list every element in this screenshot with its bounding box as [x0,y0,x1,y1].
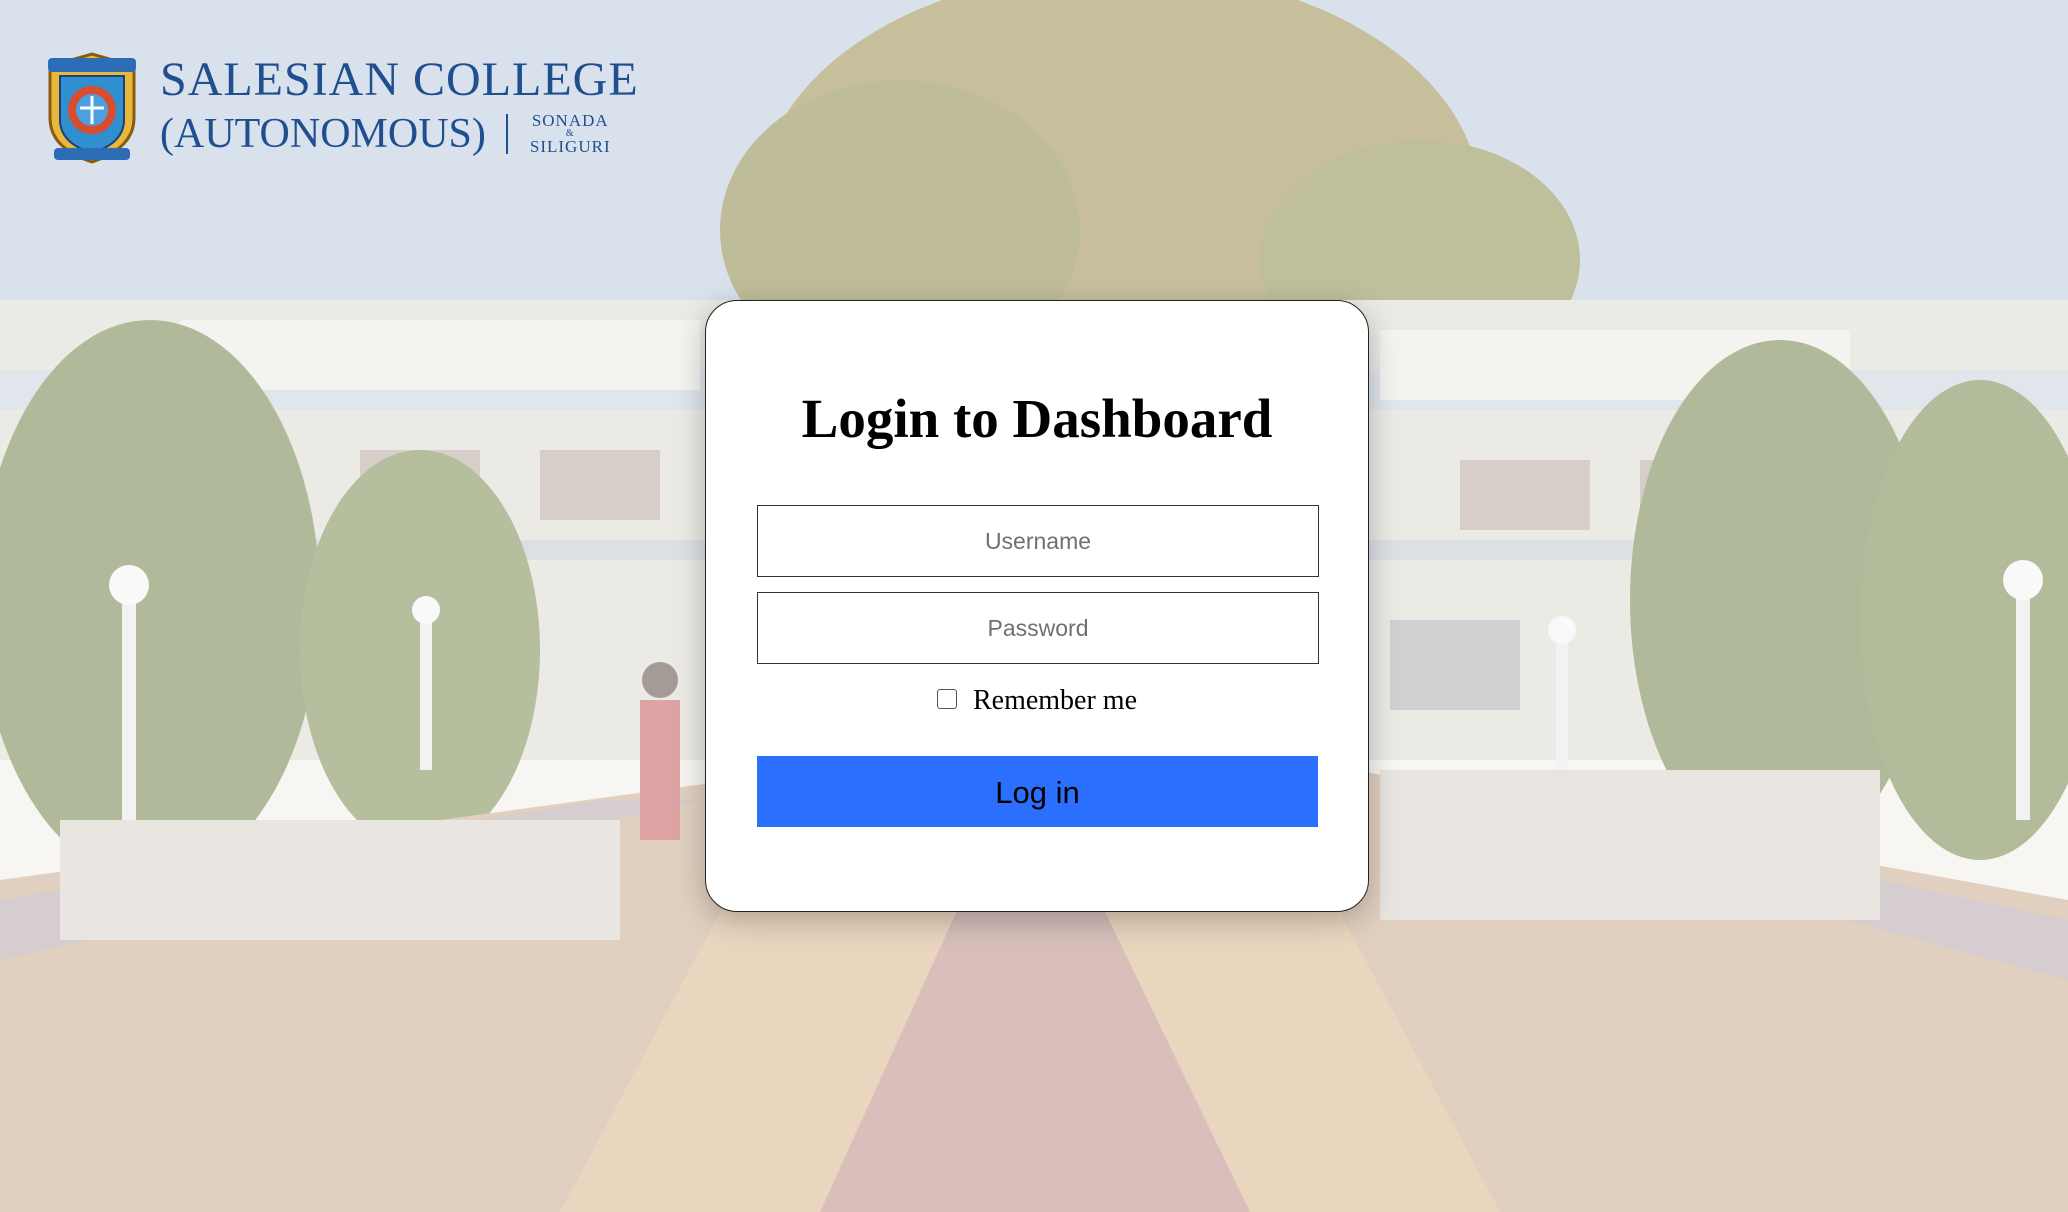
campus-sonada: SONADA [531,111,609,130]
college-status: (AUTONOMOUS) [160,111,486,157]
login-title: Login to Dashboard [801,388,1273,449]
campus-names: SONADA & SILIGURI [529,111,611,156]
login-card: Login to Dashboard Remember me Log in [705,300,1369,912]
college-name: SALESIAN COLLEGE [160,53,639,106]
brand-divider [505,114,508,154]
college-crest-icon [48,52,136,164]
college-branding: SALESIAN COLLEGE (AUTONOMOUS) SONADA & S… [40,48,639,166]
password-input[interactable] [757,592,1319,664]
username-input[interactable] [757,505,1319,577]
remember-me-checkbox[interactable] [936,689,957,709]
login-button[interactable]: Log in [757,756,1318,827]
remember-me-label[interactable]: Remember me [973,685,1137,717]
remember-me-row: Remember me [706,685,1368,717]
campus-siliguri: SILIGURI [529,137,611,156]
